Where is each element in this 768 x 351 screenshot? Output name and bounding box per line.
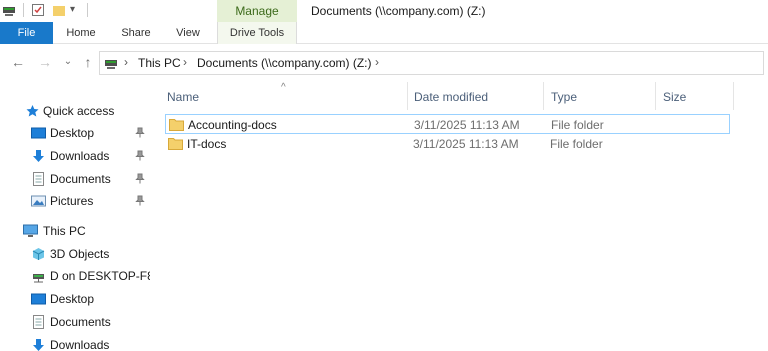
sort-ascending-icon: ^ [281,82,286,93]
nav-label: Downloads [50,149,110,163]
nav-quick-downloads[interactable]: Downloads [0,146,150,166]
document-icon [33,172,44,186]
column-size[interactable]: Size [663,90,686,104]
chevron-right-icon[interactable]: › [124,55,128,69]
breadcrumb-this-pc[interactable]: This PC [138,56,181,70]
nav-label: This PC [43,224,86,238]
file-date: 3/11/2025 11:13 AM [414,118,520,132]
column-name[interactable]: Name [167,90,199,104]
nav-label: Pictures [50,194,94,208]
document-icon [33,315,44,329]
download-arrow-icon [33,150,44,162]
pictures-icon [31,195,46,207]
nav-quick-access[interactable]: Quick access [0,101,150,121]
file-type: File folder [551,118,604,132]
navigation-pane: Quick access Desktop Downloads Documents… [0,82,150,351]
file-list: ^ Name Date modified Type Size Accountin… [150,82,768,351]
nav-label: Downloads [50,338,110,351]
pin-icon[interactable] [135,173,145,184]
column-divider[interactable] [543,82,544,110]
chevron-right-icon[interactable]: › [183,55,187,69]
drive-icon [105,60,117,69]
pin-icon[interactable] [135,150,145,161]
back-arrow-icon[interactable]: ← [10,54,26,70]
qat-divider [23,3,24,17]
star-icon [26,105,39,117]
title-bar: ▾ Manage Documents (\\company.com) (Z:) [0,0,768,22]
drive-icon[interactable] [2,3,16,17]
nav-3d-objects[interactable]: 3D Objects [0,244,150,264]
tab-drive-tools[interactable]: Drive Tools [217,22,297,44]
nav-label: Documents [50,172,111,186]
cube-icon [32,248,45,260]
column-divider[interactable] [655,82,656,110]
column-divider[interactable] [733,82,734,110]
table-row[interactable]: Accounting-docs 3/11/2025 11:13 AM File … [165,114,730,134]
download-arrow-icon [33,339,44,351]
nav-label: D on DESKTOP-F89E [50,269,150,283]
nav-quick-documents[interactable]: Documents [0,169,150,189]
nav-label: 3D Objects [50,247,110,261]
nav-network-drive-d[interactable]: D on DESKTOP-F89E [0,266,150,286]
desktop-icon [31,127,46,139]
nav-this-pc[interactable]: This PC [0,221,150,241]
nav-documents[interactable]: Documents [0,312,150,332]
pin-icon[interactable] [135,195,145,206]
nav-label: Documents [50,315,111,329]
column-divider[interactable] [407,82,408,110]
recent-locations-icon[interactable]: ⌄ [60,54,76,70]
nav-desktop[interactable]: Desktop [0,289,150,309]
manage-tab[interactable]: Manage [217,0,297,22]
tab-file[interactable]: File [0,22,53,44]
column-date-modified[interactable]: Date modified [414,90,488,104]
nav-label: Desktop [50,292,95,306]
file-name: Accounting-docs [188,118,277,132]
folder-icon [168,138,183,150]
file-date: 3/11/2025 11:13 AM [413,137,519,151]
nav-label: Desktop [50,126,95,140]
ribbon-tabs: File Home Share View Drive Tools [0,22,768,44]
tab-view[interactable]: View [166,22,210,44]
column-header: ^ Name Date modified Type Size [150,82,768,110]
forward-arrow-icon[interactable]: → [37,54,53,70]
network-drive-icon [33,274,44,283]
computer-icon [23,224,38,237]
nav-quick-desktop[interactable]: Desktop [0,123,150,143]
nav-quick-pictures[interactable]: Pictures [0,191,150,211]
table-row[interactable]: IT-docs 3/11/2025 11:13 AM File folder [165,134,730,154]
nav-downloads[interactable]: Downloads [0,335,150,351]
breadcrumb-documents-drive[interactable]: Documents (\\company.com) (Z:) [197,56,371,70]
window-title: Documents (\\company.com) (Z:) [311,4,486,18]
desktop-icon [31,293,46,305]
file-name: IT-docs [187,137,227,151]
nav-label: Quick access [43,104,115,118]
file-type: File folder [550,137,603,151]
tab-home[interactable]: Home [58,22,104,44]
column-type[interactable]: Type [551,90,577,104]
tab-share[interactable]: Share [112,22,160,44]
navigation-bar: ← → ⌄ ↑ › This PC › Documents (\\company… [0,44,768,82]
new-folder-icon[interactable] [52,3,66,17]
folder-icon [169,119,184,131]
qat-divider-2 [87,3,88,17]
properties-icon[interactable] [31,3,45,17]
chevron-right-icon[interactable]: › [375,55,379,69]
pin-icon[interactable] [135,127,145,138]
address-bar[interactable]: › This PC › Documents (\\company.com) (Z… [99,51,764,75]
up-arrow-icon[interactable]: ↑ [80,54,96,70]
customize-qat-icon[interactable]: ▾ [70,3,84,17]
